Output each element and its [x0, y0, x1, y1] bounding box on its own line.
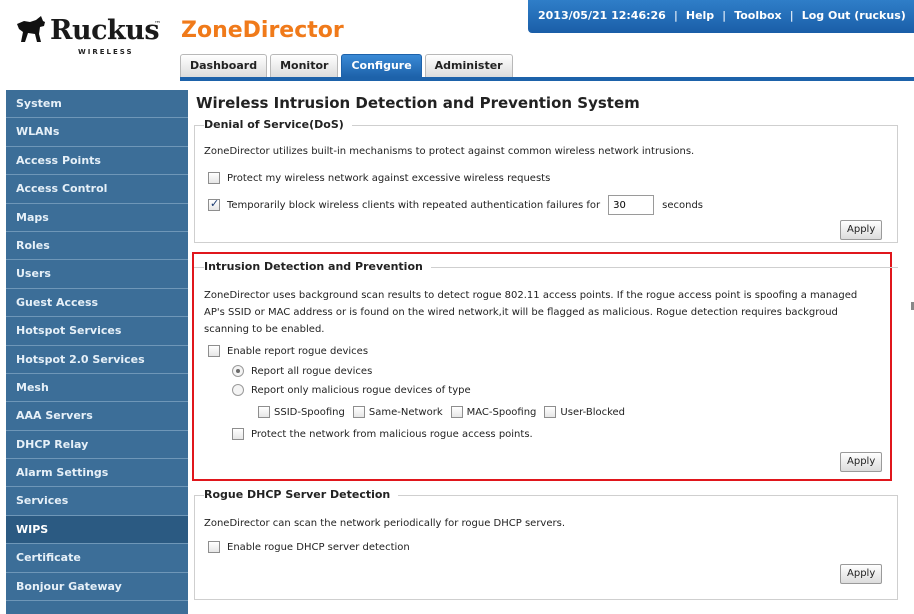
main-content: Wireless Intrusion Detection and Prevent…	[192, 90, 906, 600]
user-blocked-checkbox[interactable]	[544, 406, 557, 418]
enable-rogue-label: Enable report rogue devices	[227, 345, 369, 357]
sidebar-item-maps[interactable]: Maps	[6, 204, 188, 232]
dos-section: Denial of Service(DoS) ZoneDirector util…	[194, 118, 898, 243]
ssid-spoofing-checkbox[interactable]	[258, 406, 270, 418]
protect-rogue-row: Protect the network from malicious rogue…	[232, 428, 533, 440]
sidebar-item-hotspot-2-services[interactable]: Hotspot 2.0 Services	[6, 346, 188, 374]
dhcp-enable-row: Enable rogue DHCP server detection	[208, 541, 410, 553]
idp-section-title: Intrusion Detection and Prevention	[204, 260, 431, 273]
logo-trademark: ™	[154, 20, 161, 28]
dos-block-label: Temporarily block wireless clients with …	[227, 199, 601, 211]
user-blocked-label: User-Blocked	[560, 406, 626, 418]
protect-rogue-checkbox[interactable]	[232, 428, 244, 440]
dos-block-checkbox[interactable]	[208, 197, 220, 211]
protect-rogue-label: Protect the network from malicious rogue…	[251, 428, 533, 440]
dhcp-description: ZoneDirector can scan the network period…	[204, 518, 566, 529]
dos-block-row: Temporarily block wireless clients with …	[208, 195, 703, 215]
dos-protect-label: Protect my wireless network against exce…	[227, 172, 551, 184]
ruckus-logo: Ruckus ™ WIRELESS	[14, 10, 164, 56]
page-title: Wireless Intrusion Detection and Prevent…	[196, 94, 640, 112]
block-duration-input[interactable]	[608, 195, 655, 215]
dos-description: ZoneDirector utilizes built-in mechanism…	[204, 146, 695, 157]
dhcp-enable-checkbox[interactable]	[208, 541, 220, 553]
dos-protect-row: Protect my wireless network against exce…	[208, 172, 550, 184]
report-all-radio[interactable]	[232, 365, 244, 377]
block-duration-unit: seconds	[662, 199, 704, 211]
separator: |	[722, 9, 727, 22]
sidebar-item-wips[interactable]: WIPS	[6, 515, 188, 545]
mac-spoofing-checkbox[interactable]	[450, 406, 463, 418]
sidebar-nav: System WLANs Access Points Access Contro…	[6, 90, 188, 614]
datetime-display: 2013/05/21 12:46:26	[538, 9, 666, 22]
sidebar-item-roles[interactable]: Roles	[6, 232, 188, 261]
dhcp-enable-label: Enable rogue DHCP server detection	[227, 541, 410, 553]
idp-section: Intrusion Detection and Prevention ZoneD…	[194, 260, 898, 472]
enable-rogue-checkbox[interactable]	[208, 345, 220, 357]
sidebar-item-guest-access[interactable]: Guest Access	[6, 289, 188, 318]
dog-logo-icon	[17, 16, 45, 42]
tab-configure[interactable]: Configure	[341, 54, 422, 77]
tab-administer[interactable]: Administer	[424, 54, 513, 77]
enable-rogue-row: Enable report rogue devices	[208, 345, 368, 357]
tab-monitor[interactable]: Monitor	[270, 54, 339, 77]
tab-underline	[180, 77, 914, 81]
idp-description-line: scanning to be enabled.	[204, 324, 325, 335]
app-title: ZoneDirector	[181, 18, 344, 43]
sidebar-item-dhcp-relay[interactable]: DHCP Relay	[6, 431, 188, 460]
tab-dashboard[interactable]: Dashboard	[180, 54, 268, 77]
sidebar-item-certificate[interactable]: Certificate	[6, 544, 188, 573]
same-network-checkbox[interactable]	[352, 406, 365, 418]
toolbox-link[interactable]: Toolbox	[734, 9, 781, 22]
ssid-spoofing-label: SSID-Spoofing	[274, 406, 345, 418]
report-malicious-label: Report only malicious rogue devices of t…	[251, 384, 471, 396]
same-network-label: Same-Network	[368, 406, 443, 418]
sidebar-item-services[interactable]: Services	[6, 487, 188, 516]
main-tabs: Dashboard Monitor Configure Administer	[180, 54, 516, 77]
dhcp-apply-button[interactable]: Apply	[840, 564, 883, 584]
report-malicious-row: Report only malicious rogue devices of t…	[232, 384, 471, 396]
report-malicious-radio[interactable]	[232, 384, 244, 396]
logout-link[interactable]: Log Out (ruckus)	[802, 9, 906, 22]
idp-description-line: ZoneDirector uses background scan result…	[204, 290, 858, 301]
sidebar-item-alarm-settings[interactable]: Alarm Settings	[6, 459, 188, 488]
idp-description-line: AP's SSID or MAC address or is found on …	[204, 307, 838, 318]
sidebar-item-access-control[interactable]: Access Control	[6, 175, 188, 204]
sidebar-item-aaa-servers[interactable]: AAA Servers	[6, 402, 188, 431]
help-link[interactable]: Help	[686, 9, 714, 22]
dos-apply-button[interactable]: Apply	[840, 220, 883, 240]
sidebar-item-access-points[interactable]: Access Points	[6, 147, 188, 176]
separator: |	[673, 9, 678, 22]
sidebar-item-wlans[interactable]: WLANs	[6, 118, 188, 147]
mac-spoofing-label: MAC-Spoofing	[466, 406, 537, 418]
rogue-type-row: SSID-Spoofing Same-Network MAC-Spoofing …	[258, 406, 625, 418]
dhcp-section: Rogue DHCP Server Detection ZoneDirector…	[194, 488, 898, 600]
idp-apply-button[interactable]: Apply	[840, 452, 883, 472]
sidebar-item-system[interactable]: System	[6, 90, 188, 119]
sidebar-item-bonjour-gateway[interactable]: Bonjour Gateway	[6, 573, 188, 602]
dos-protect-checkbox[interactable]	[208, 172, 220, 184]
top-status-bar: 2013/05/21 12:46:26 | Help | Toolbox | Log Out…	[528, 0, 914, 33]
logo-wordmark: Ruckus	[50, 15, 160, 46]
report-all-row: Report all rogue devices	[232, 365, 372, 377]
sidebar-item-mesh[interactable]: Mesh	[6, 374, 188, 403]
sidebar-item-users[interactable]: Users	[6, 260, 188, 289]
separator: |	[789, 9, 794, 22]
logo-subtitle: WIRELESS	[78, 48, 134, 56]
report-all-label: Report all rogue devices	[251, 365, 373, 377]
sidebar-item-hotspot-services[interactable]: Hotspot Services	[6, 317, 188, 346]
